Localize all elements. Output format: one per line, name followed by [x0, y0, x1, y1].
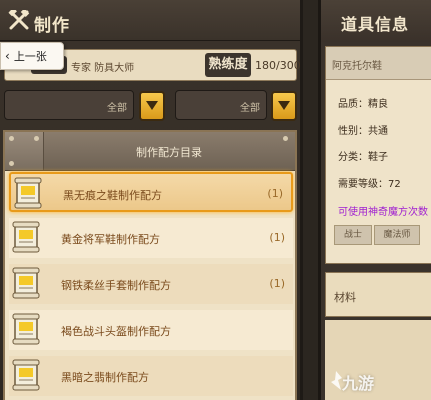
recipe-scroll-icon	[14, 177, 42, 209]
materials-label: 材料	[334, 291, 356, 304]
recipe-count: (1)	[269, 231, 285, 244]
recipe-name: 钢铁柔丝手套制作配方	[61, 279, 171, 292]
rivet-icon	[9, 136, 14, 141]
recipe-scroll-icon	[12, 267, 40, 299]
category-filter-dropdown-button[interactable]	[139, 91, 165, 121]
recipe-row[interactable]: 黄金将军鞋制作配方 (1)	[9, 218, 293, 258]
item-info-title: 道具信息	[341, 15, 410, 34]
rivet-icon	[9, 161, 14, 166]
recipe-count: (1)	[267, 187, 283, 200]
item-name: 阿克托尔鞋	[332, 61, 382, 72]
recipe-name: 黑暗之翡制作配方	[61, 371, 149, 384]
category-filter-value: 全部	[107, 103, 127, 114]
recipe-name: 黄金将军鞋制作配方	[61, 233, 160, 246]
chevron-down-icon	[278, 101, 290, 110]
category-filter-select[interactable]: 全部	[4, 90, 134, 120]
proficiency-value: 180/300	[255, 59, 301, 72]
recipe-scroll-icon	[12, 221, 40, 253]
chevron-down-icon	[146, 101, 158, 110]
item-info-panel: 道具信息 阿克托尔鞋 品质：精良 性别：共通 分类：鞋子 需要等级：72 可使用…	[318, 0, 431, 400]
previous-button[interactable]: ‹ 上一张	[0, 42, 64, 70]
rivet-icon	[283, 136, 288, 141]
watermark-text: 九游	[342, 374, 375, 393]
job-tag: 战士	[334, 225, 372, 245]
item-info-header: 道具信息	[321, 0, 431, 42]
recipe-scroll-icon	[12, 359, 40, 391]
recipe-scroll-icon	[12, 313, 40, 345]
job-tag: 魔法师	[374, 225, 420, 245]
recipe-row[interactable]: 褐色战斗头盔制作配方	[9, 310, 293, 350]
recipe-row[interactable]: 钢铁柔丝手套制作配方 (1)	[9, 264, 293, 304]
crafting-header: 制作	[0, 0, 300, 41]
chevron-left-icon: ‹	[5, 49, 10, 63]
item-required-level: 需要等级：72	[338, 179, 401, 190]
crossed-tools-icon	[8, 10, 30, 30]
recipe-name: 黑无痕之鞋制作配方	[63, 189, 162, 202]
item-quality: 品质：精良	[338, 99, 388, 110]
item-name-bar: 阿克托尔鞋	[326, 47, 431, 80]
item-gender: 性别：共通	[338, 126, 388, 137]
level-filter-select[interactable]: 全部	[175, 90, 267, 120]
recipe-list-header: 制作配方目录	[5, 132, 295, 171]
site-watermark: 九游	[331, 370, 431, 396]
list-header-corner	[5, 132, 44, 170]
crafting-title: 制作	[34, 16, 70, 36]
skill-rank-text: 专家 防具大师	[71, 63, 135, 74]
item-info-body: 阿克托尔鞋 品质：精良 性别：共通 分类：鞋子 需要等级：72 可使用神奇魔方次…	[325, 46, 431, 264]
level-filter-dropdown-button[interactable]	[271, 91, 297, 121]
rivet-icon	[34, 136, 39, 141]
proficiency-label: 熟练度	[205, 53, 251, 77]
recipe-list: 制作配方目录 黑无痕之鞋制作配方 (1) 黄金将军鞋制作配方 (1) 钢铁柔丝手…	[3, 130, 297, 400]
item-category: 分类：鞋子	[338, 152, 388, 163]
recipe-count: (1)	[269, 277, 285, 290]
item-cube-note: 可使用神奇魔方次数	[338, 207, 428, 218]
previous-button-label: 上一张	[13, 50, 47, 63]
watermark-logo-icon	[331, 371, 342, 390]
recipe-name: 褐色战斗头盔制作配方	[61, 325, 171, 338]
recipe-row[interactable]: 黑暗之翡制作配方	[9, 356, 293, 396]
level-filter-value: 全部	[240, 103, 260, 114]
recipe-list-title: 制作配方目录	[136, 146, 202, 159]
materials-section: 材料	[325, 272, 431, 317]
recipe-row[interactable]: 黑无痕之鞋制作配方 (1)	[9, 172, 293, 212]
